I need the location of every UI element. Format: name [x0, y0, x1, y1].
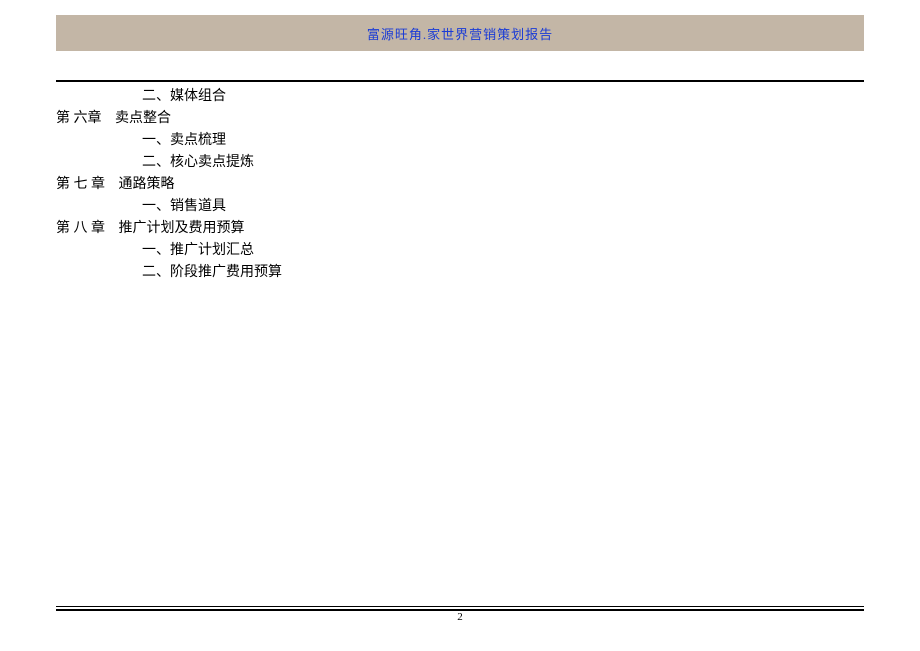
toc-chapter: 第 八 章 推广计划及费用预算 [56, 218, 864, 240]
toc-content: 二、媒体组合 第 六章 卖点整合 一、卖点梳理 二、核心卖点提炼 第 七 章 通… [56, 86, 864, 284]
header-title: 富源旺角.家世界营销策划报告 [367, 24, 553, 43]
chapter-label: 第 六章 [56, 108, 102, 130]
page-number: 2 [0, 611, 920, 623]
toc-sub-text: 一、销售道具 [142, 199, 226, 214]
toc-sub-item: 一、推广计划汇总 [56, 240, 864, 262]
toc-sub-item: 二、媒体组合 [56, 86, 864, 108]
toc-sub-text: 二、阶段推广费用预算 [142, 265, 282, 280]
toc-sub-text: 二、核心卖点提炼 [142, 155, 254, 170]
toc-sub-item: 二、阶段推广费用预算 [56, 262, 864, 284]
chapter-title: 通路策略 [119, 177, 175, 192]
chapter-title: 推广计划及费用预算 [119, 221, 245, 236]
toc-sub-item: 一、卖点梳理 [56, 130, 864, 152]
toc-sub-text: 一、卖点梳理 [142, 133, 226, 148]
chapter-label: 第 七 章 [56, 174, 105, 196]
chapter-label: 第 八 章 [56, 218, 105, 240]
toc-sub-item: 二、核心卖点提炼 [56, 152, 864, 174]
toc-sub-item: 一、销售道具 [56, 196, 864, 218]
chapter-title: 卖点整合 [115, 111, 171, 126]
toc-chapter: 第 七 章 通路策略 [56, 174, 864, 196]
top-rule [56, 80, 864, 82]
header-bar: 富源旺角.家世界营销策划报告 [56, 15, 864, 51]
toc-chapter: 第 六章 卖点整合 [56, 108, 864, 130]
toc-sub-text: 二、媒体组合 [142, 89, 226, 104]
toc-sub-text: 一、推广计划汇总 [142, 243, 254, 258]
